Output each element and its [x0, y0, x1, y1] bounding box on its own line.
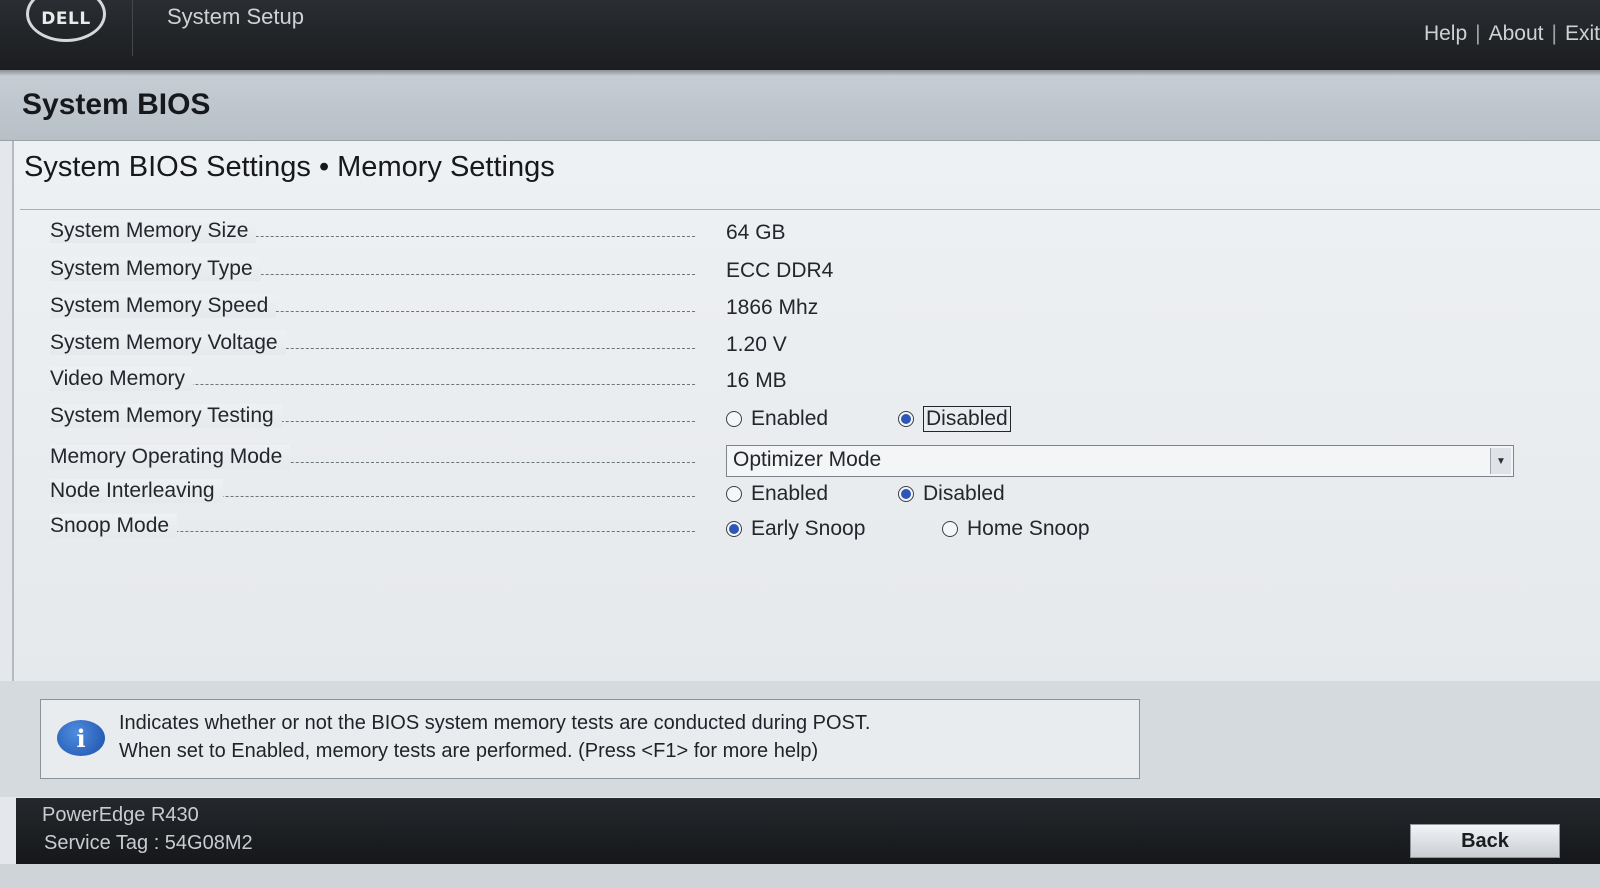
node-interleaving-enabled-label: Enabled: [751, 482, 829, 505]
exit-link[interactable]: Exit: [1565, 22, 1600, 45]
section-title: System BIOS: [22, 88, 211, 121]
help-box: i Indicates whether or not the BIOS syst…: [40, 699, 1140, 779]
row-memory-speed: System Memory Speed 1866 Mhz: [50, 294, 1590, 328]
node-interleaving-disabled-label: Disabled: [923, 482, 1005, 505]
row-video-memory: Video Memory 16 MB: [50, 367, 1590, 401]
memory-voltage-label: System Memory Voltage: [50, 331, 286, 355]
radio-unselected-icon: [942, 521, 958, 537]
help-text-line-1: Indicates whether or not the BIOS system…: [119, 712, 871, 734]
settings-panel: System BIOS Settings • Memory Settings S…: [12, 141, 1600, 681]
row-node-interleaving: Node Interleaving Enabled Disabled: [50, 479, 1590, 513]
node-interleaving-disabled-radio[interactable]: Disabled: [898, 479, 1005, 509]
memory-type-label: System Memory Type: [50, 257, 261, 281]
memory-testing-label: System Memory Testing: [50, 404, 282, 428]
row-memory-size: System Memory Size 64 GB: [50, 219, 1590, 253]
video-memory-label: Video Memory: [50, 367, 194, 391]
header-divider: [132, 0, 133, 56]
radio-selected-icon: [898, 411, 914, 427]
top-bar: DELL System Setup Help | About | Exit: [0, 0, 1600, 70]
radio-unselected-icon: [726, 411, 742, 427]
help-link[interactable]: Help: [1424, 22, 1467, 45]
memory-size-value: 64 GB: [726, 221, 786, 244]
memory-type-value: ECC DDR4: [726, 259, 834, 282]
link-separator: |: [1475, 22, 1481, 45]
row-memory-type: System Memory Type ECC DDR4: [50, 257, 1590, 291]
link-separator: |: [1551, 22, 1557, 45]
logo-text: DELL: [41, 9, 91, 29]
memory-size-label: System Memory Size: [50, 219, 257, 243]
service-tag: Service Tag : 54G08M2: [44, 832, 253, 854]
dropdown-arrow-icon[interactable]: ▼: [1490, 448, 1511, 474]
row-snoop-mode: Snoop Mode Early Snoop Home Snoop: [50, 514, 1590, 548]
page-title: System BIOS Settings • Memory Settings: [24, 151, 555, 183]
snoop-mode-home-radio[interactable]: Home Snoop: [942, 514, 1090, 544]
row-memory-testing: System Memory Testing Enabled Disabled: [50, 404, 1590, 438]
info-icon: i: [57, 720, 105, 756]
row-operating-mode: Memory Operating Mode Optimizer Mode ▼: [50, 445, 1590, 479]
dell-logo: DELL: [26, 0, 106, 42]
footer-bar: PowerEdge R430 Service Tag : 54G08M2 Bac…: [16, 798, 1600, 864]
radio-selected-icon: [898, 486, 914, 502]
about-link[interactable]: About: [1489, 22, 1544, 45]
app-title: System Setup: [167, 4, 304, 29]
back-button[interactable]: Back: [1410, 824, 1560, 858]
section-header: System BIOS: [0, 76, 1600, 141]
memory-voltage-value: 1.20 V: [726, 333, 787, 356]
memory-speed-value: 1866 Mhz: [726, 296, 819, 319]
bottom-strip: [0, 864, 1600, 887]
title-divider: [20, 209, 1600, 210]
snoop-mode-early-label: Early Snoop: [751, 517, 866, 540]
snoop-mode-home-label: Home Snoop: [967, 517, 1090, 540]
radio-selected-icon: [726, 521, 742, 537]
video-memory-value: 16 MB: [726, 369, 787, 392]
memory-testing-disabled-radio[interactable]: Disabled: [898, 404, 1011, 434]
row-memory-voltage: System Memory Voltage 1.20 V: [50, 331, 1590, 365]
memory-testing-enabled-label: Enabled: [751, 407, 829, 430]
help-text-line-2: When set to Enabled, memory tests are pe…: [119, 740, 819, 762]
operating-mode-selected-value: Optimizer Mode: [733, 448, 882, 471]
help-area: i Indicates whether or not the BIOS syst…: [0, 681, 1600, 797]
header-links: Help | About | Exit: [1424, 22, 1600, 46]
snoop-mode-label: Snoop Mode: [50, 514, 178, 538]
memory-speed-label: System Memory Speed: [50, 294, 277, 318]
radio-unselected-icon: [726, 486, 742, 502]
memory-testing-disabled-label: Disabled: [923, 406, 1011, 432]
memory-testing-enabled-radio[interactable]: Enabled: [726, 404, 828, 434]
operating-mode-dropdown[interactable]: Optimizer Mode ▼: [726, 445, 1514, 477]
node-interleaving-enabled-radio[interactable]: Enabled: [726, 479, 828, 509]
operating-mode-label: Memory Operating Mode: [50, 445, 291, 469]
snoop-mode-early-radio[interactable]: Early Snoop: [726, 514, 865, 544]
server-model: PowerEdge R430: [42, 804, 199, 826]
node-interleaving-label: Node Interleaving: [50, 479, 223, 503]
